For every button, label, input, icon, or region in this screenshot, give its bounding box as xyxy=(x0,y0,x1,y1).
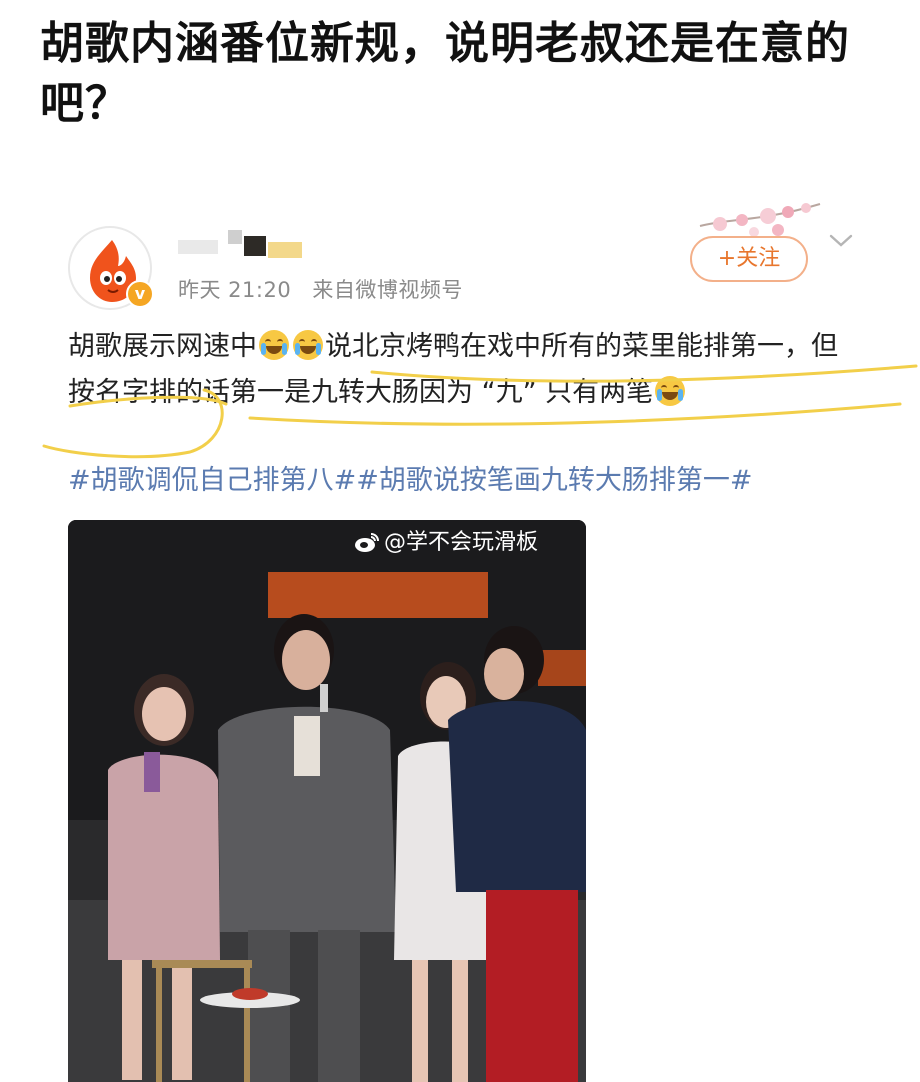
video-thumbnail[interactable] xyxy=(68,520,586,1082)
post-meta: 昨天 21:20 来自微博视频号 xyxy=(178,274,477,304)
post-time: 昨天 21:20 xyxy=(178,278,292,302)
post-hashtags[interactable]: #胡歌调侃自己排第八##胡歌说按笔画九转大肠排第一# xyxy=(68,460,868,502)
verified-badge-icon: v xyxy=(126,280,154,308)
post-body: 胡歌展示网速中 说北京烤鸭在戏中所有的菜里能排第一，但按名字排的话第一是九转大肠因… xyxy=(68,324,858,416)
screenshot-page: 胡歌内涵番位新规，说明老叔还是在意的吧？ v 昨天 21:20 来自微博视频号 … xyxy=(0,0,920,1082)
post-text-part1: 胡歌展示网速中 xyxy=(68,331,257,362)
weibo-logo-icon xyxy=(355,533,379,552)
follow-button[interactable]: +关注 xyxy=(690,236,808,282)
username-redacted xyxy=(178,222,318,262)
laughing-crying-emoji-icon xyxy=(259,330,289,360)
video-watermark: @学不会玩滑板 xyxy=(354,528,538,558)
laughing-crying-emoji-icon xyxy=(293,330,323,360)
stage-scene-image xyxy=(68,520,586,1082)
chevron-down-icon[interactable] xyxy=(828,230,854,250)
watermark-handle: @学不会玩滑板 xyxy=(384,530,539,555)
laughing-crying-emoji-icon xyxy=(655,376,686,406)
post-source[interactable]: 来自微博视频号 xyxy=(312,278,463,302)
article-headline: 胡歌内涵番位新规，说明老叔还是在意的吧？ xyxy=(40,18,850,129)
